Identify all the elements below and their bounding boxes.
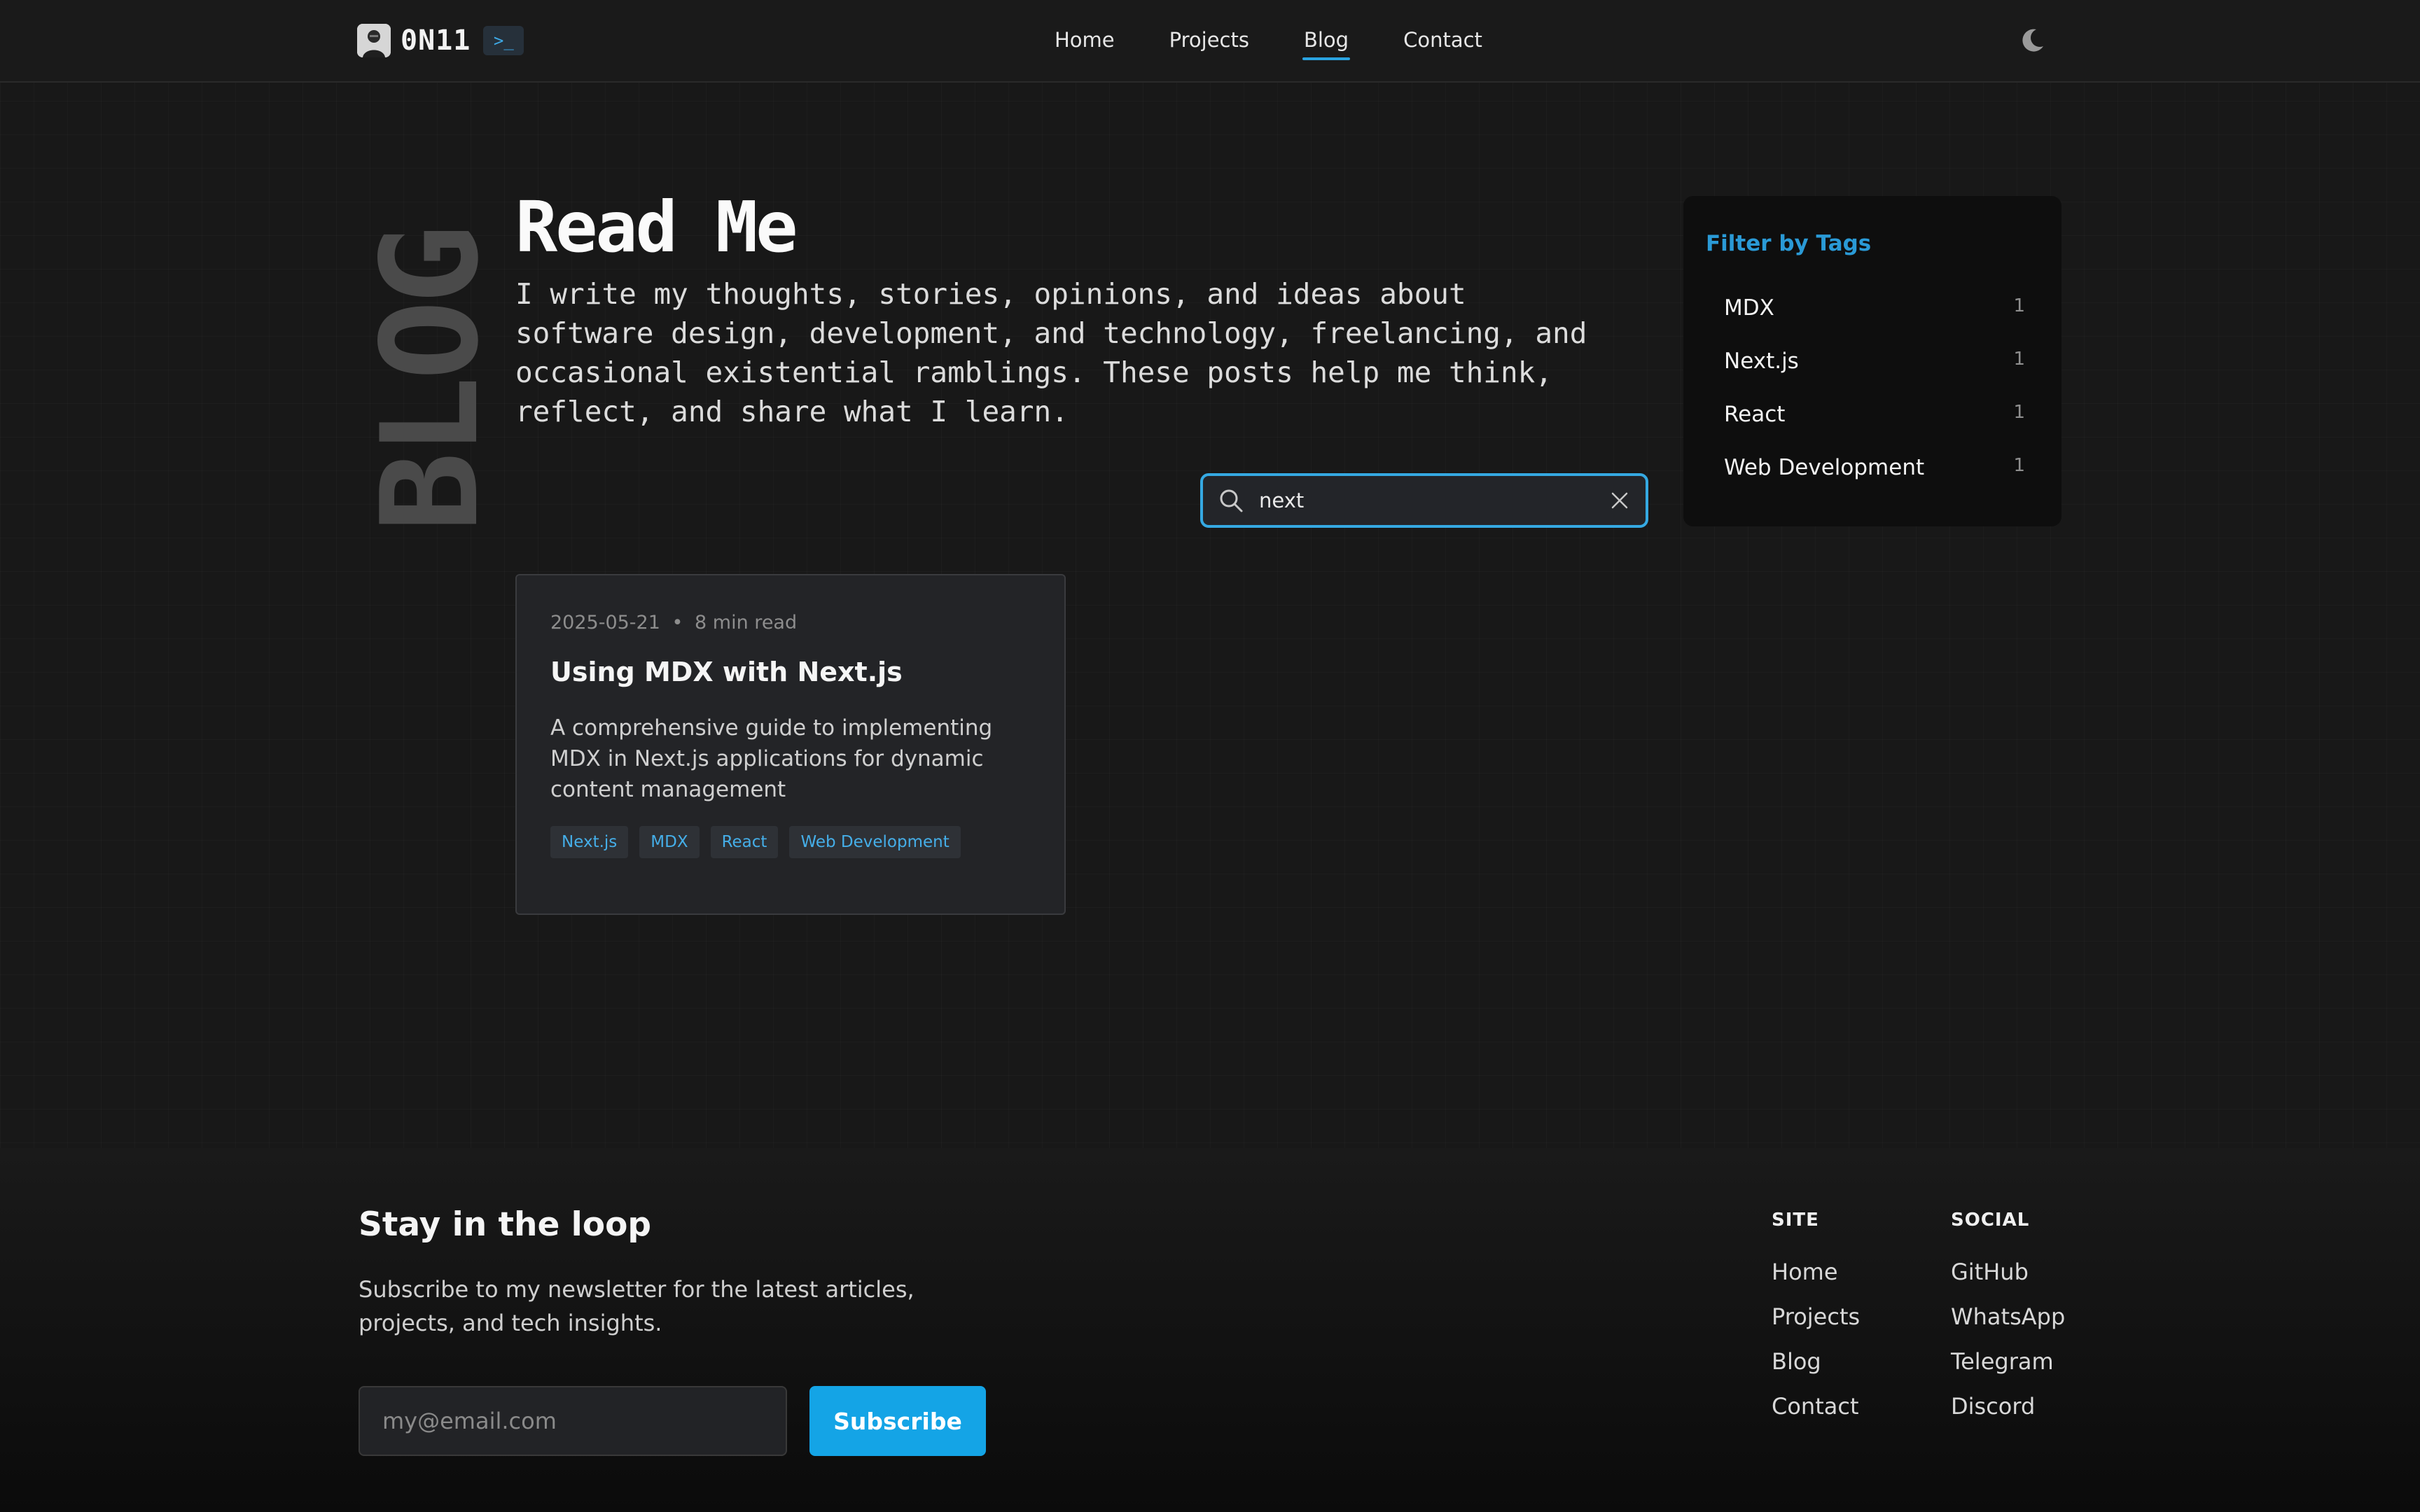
blog-vertical-label: BLOG bbox=[353, 228, 508, 532]
tag-filter-label: MDX bbox=[1724, 295, 1774, 321]
avatar-image bbox=[357, 24, 391, 57]
footer-link-discord[interactable]: Discord bbox=[1951, 1392, 2065, 1421]
nav-contact[interactable]: Contact bbox=[1403, 28, 1482, 56]
post-tag[interactable]: Web Development bbox=[789, 826, 961, 858]
tag-filter-panel: Filter by Tags MDX 1 Next.js 1 React 1 W… bbox=[1683, 196, 2061, 526]
search-box bbox=[1200, 473, 1648, 528]
post-card[interactable]: 2025-05-21 • 8 min read Using MDX with N… bbox=[515, 574, 1066, 915]
filter-title: Filter by Tags bbox=[1706, 231, 1872, 256]
tag-filter-mdx[interactable]: MDX 1 bbox=[1724, 295, 2025, 321]
post-tag[interactable]: React bbox=[710, 826, 779, 858]
site-header: 0N11 >_ Home Projects Blog Contact bbox=[0, 0, 2420, 83]
footer-link-telegram[interactable]: Telegram bbox=[1951, 1347, 2065, 1376]
post-excerpt: A comprehensive guide to implementing MD… bbox=[550, 715, 993, 802]
avatar bbox=[357, 24, 391, 57]
tag-filter-label: Next.js bbox=[1724, 349, 1799, 374]
footer-social-links: SOCIAL GitHub WhatsApp Telegram Discord bbox=[1951, 1210, 2065, 1436]
post-meta: 2025-05-21 • 8 min read bbox=[550, 612, 797, 634]
footer-link-projects[interactable]: Projects bbox=[1772, 1302, 1860, 1331]
footer-link-blog[interactable]: Blog bbox=[1772, 1347, 1860, 1376]
post-tag[interactable]: MDX bbox=[639, 826, 700, 858]
footer-link-whatsapp[interactable]: WhatsApp bbox=[1951, 1302, 2065, 1331]
nav-projects[interactable]: Projects bbox=[1169, 28, 1249, 56]
search-icon bbox=[1220, 489, 1243, 512]
footer-link-home[interactable]: Home bbox=[1772, 1257, 1860, 1287]
close-icon[interactable] bbox=[1609, 490, 1630, 511]
tag-filter-web-development[interactable]: Web Development 1 bbox=[1724, 455, 2025, 480]
nav-home[interactable]: Home bbox=[1055, 28, 1115, 56]
post-read-time: 8 min read bbox=[695, 612, 798, 634]
tag-filter-count: 1 bbox=[2013, 349, 2025, 370]
post-title[interactable]: Using MDX with Next.js bbox=[550, 657, 903, 687]
moon-icon bbox=[2022, 29, 2043, 52]
tag-filter-label: Web Development bbox=[1724, 455, 1925, 480]
page-title: Read Me bbox=[515, 186, 798, 268]
tag-filter-count: 1 bbox=[2013, 455, 2025, 476]
theme-toggle-button[interactable] bbox=[2017, 25, 2047, 56]
footer-link-contact[interactable]: Contact bbox=[1772, 1392, 1860, 1421]
tag-filter-label: React bbox=[1724, 402, 1786, 427]
post-date: 2025-05-21 bbox=[550, 612, 660, 634]
post-tag[interactable]: Next.js bbox=[550, 826, 629, 858]
search-input[interactable] bbox=[1258, 488, 1609, 513]
subscribe-button[interactable]: Subscribe bbox=[809, 1386, 986, 1456]
tag-filter-react[interactable]: React 1 bbox=[1724, 402, 2025, 427]
page-intro: I write my thoughts, stories, opinions, … bbox=[515, 277, 1587, 428]
post-tags: Next.js MDX React Web Development bbox=[550, 826, 972, 858]
meta-separator: • bbox=[672, 612, 683, 634]
footer-site-title: SITE bbox=[1772, 1210, 1819, 1231]
tag-filter-nextjs[interactable]: Next.js 1 bbox=[1724, 349, 2025, 374]
footer-social-title: SOCIAL bbox=[1951, 1210, 2030, 1231]
tag-filter-count: 1 bbox=[2013, 295, 2025, 316]
footer-site-links: SITE Home Projects Blog Contact bbox=[1772, 1210, 1860, 1436]
terminal-icon: >_ bbox=[483, 26, 524, 55]
footer-link-github[interactable]: GitHub bbox=[1951, 1257, 2065, 1287]
email-field[interactable] bbox=[359, 1386, 787, 1456]
home-logo-link[interactable]: 0N11 >_ bbox=[357, 24, 524, 57]
newsletter-description: Subscribe to my newsletter for the lates… bbox=[359, 1276, 915, 1336]
tag-filter-count: 1 bbox=[2013, 402, 2025, 423]
newsletter-heading: Stay in the loop bbox=[359, 1205, 652, 1244]
brand-name: 0N11 bbox=[401, 24, 471, 57]
main-nav: Home Projects Blog Contact bbox=[1055, 28, 1537, 60]
nav-blog[interactable]: Blog bbox=[1302, 28, 1351, 60]
